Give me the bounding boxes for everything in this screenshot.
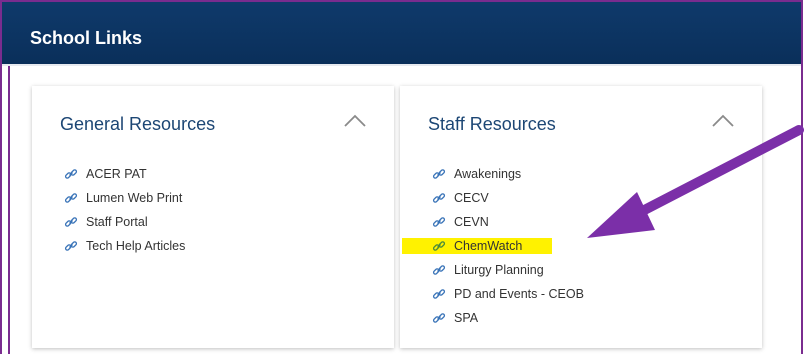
link-icon [64,169,78,179]
link-label: CECV [454,191,489,205]
left-accent-bar [8,66,10,354]
link-tech-help-articles[interactable]: Tech Help Articles [64,234,185,258]
link-icon [432,313,446,323]
link-icon [64,241,78,251]
link-icon [64,217,78,227]
link-icon [432,169,446,179]
link-pd-and-events-ceob[interactable]: PD and Events - CEOB [432,282,584,306]
link-label: Tech Help Articles [86,239,186,253]
link-list: ACER PAT Lumen Web Print Staff Portal Te… [64,162,185,258]
link-lumen-web-print[interactable]: Lumen Web Print [64,186,185,210]
arrow-annotation [587,125,804,238]
link-icon [432,193,446,203]
link-icon [432,289,446,299]
link-awakenings[interactable]: Awakenings [432,162,584,186]
link-label: Lumen Web Print [86,191,183,205]
link-spa[interactable]: SPA [432,306,584,330]
link-label: PD and Events - CEOB [454,287,584,301]
link-label: Staff Portal [86,215,148,229]
link-icon [432,217,446,227]
link-icon [432,241,446,251]
link-icon [64,193,78,203]
link-label: ChemWatch [454,239,523,253]
header-bar: School Links [2,2,801,64]
link-cecv[interactable]: CECV [432,186,584,210]
link-cevn[interactable]: CEVN [432,210,584,234]
link-liturgy-planning[interactable]: Liturgy Planning [432,258,584,282]
card-title: General Resources [60,114,216,134]
chevron-up-icon[interactable] [342,112,368,130]
link-acer-pat[interactable]: ACER PAT [64,162,185,186]
link-label: Liturgy Planning [454,263,544,277]
card-title: Staff Resources [428,114,556,134]
link-label: Awakenings [454,167,522,181]
link-chemwatch[interactable]: ChemWatch [402,234,584,258]
header-divider [2,64,801,66]
link-list: Awakenings CECV CEVN ChemWatch Liturgy P… [402,162,584,330]
link-label: SPA [454,311,479,325]
page-title: School Links [30,28,143,48]
link-staff-portal[interactable]: Staff Portal [64,210,185,234]
link-icon [432,265,446,275]
card-general-resources: General Resources ACER PAT Lumen Web Pri… [32,86,394,348]
link-label: CEVN [454,215,489,229]
link-label: ACER PAT [86,167,147,181]
